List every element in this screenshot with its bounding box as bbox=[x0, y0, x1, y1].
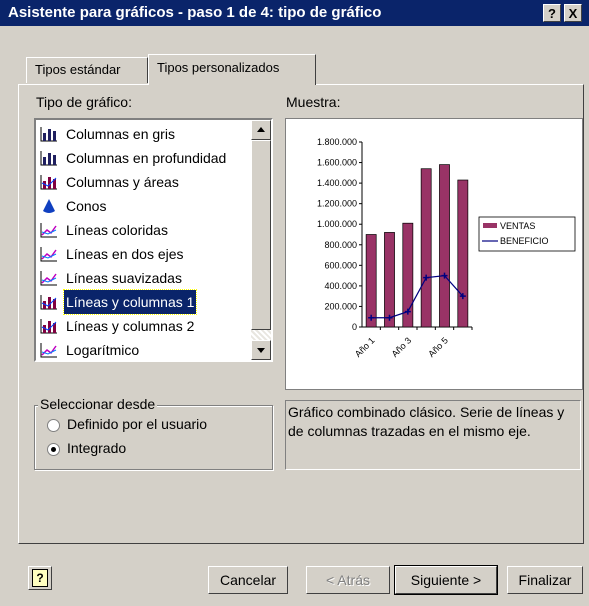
chart-type-label-text: Columnas en gris bbox=[66, 126, 175, 142]
x-tick-label: Año 1 bbox=[353, 335, 377, 359]
colored-lines-icon bbox=[40, 222, 58, 238]
chart-svg: 0 200.000 400.000 600.000 800.000 1.000.000 1.… bbox=[317, 137, 576, 359]
chart-type-label-text: Líneas y columnas 2 bbox=[66, 318, 195, 334]
chart-type-label: Tipo de gráfico: bbox=[36, 94, 132, 110]
y-tick-label: 200.000 bbox=[324, 301, 357, 311]
legend-label-beneficio: BENEFICIO bbox=[500, 236, 549, 246]
scroll-thumb[interactable] bbox=[251, 140, 271, 330]
y-tick-label: 1.800.000 bbox=[317, 137, 357, 147]
y-tick-label: 1.400.000 bbox=[317, 178, 357, 188]
bar bbox=[365, 234, 377, 328]
chart-type-item[interactable]: Líneas y columnas 1 bbox=[38, 289, 250, 315]
description-text: Gráfico combinado clásico. Serie de líne… bbox=[285, 400, 581, 470]
scroll-up-button[interactable] bbox=[251, 120, 271, 140]
preview-label: Muestra: bbox=[286, 94, 341, 110]
scroll-down-button[interactable] bbox=[251, 340, 271, 360]
arrow-up-icon bbox=[257, 127, 265, 132]
x-tick-label: Año 3 bbox=[390, 335, 414, 359]
arrow-down-icon bbox=[257, 348, 265, 353]
logarithmic-icon bbox=[40, 342, 58, 358]
help-button[interactable]: ? bbox=[28, 566, 52, 590]
select-from-label: Seleccionar desde bbox=[38, 396, 158, 412]
radio-button[interactable] bbox=[47, 419, 60, 432]
y-tick-label: 600.000 bbox=[324, 260, 357, 270]
select-from-group bbox=[34, 405, 273, 470]
y-tick-label: 1.600.000 bbox=[317, 158, 357, 168]
help-icon: ? bbox=[32, 569, 48, 587]
bar bbox=[457, 179, 469, 328]
dual-axis-lines-icon bbox=[40, 246, 58, 262]
x-tick-label: Año 5 bbox=[426, 335, 450, 359]
back-button[interactable]: < Atrás bbox=[306, 566, 390, 594]
radio-button[interactable] bbox=[47, 443, 60, 456]
chart-type-label-text: Líneas y columnas 1 bbox=[62, 289, 198, 315]
y-tick-label: 0 bbox=[352, 322, 357, 332]
column-area-icon bbox=[40, 175, 57, 190]
chart-type-label-text: Líneas en dos ejes bbox=[66, 246, 184, 262]
smooth-lines-icon bbox=[40, 270, 58, 286]
list-scrollbar[interactable] bbox=[251, 120, 271, 360]
chart-type-label-text: Logarítmico bbox=[66, 342, 140, 358]
radio-builtin-label: Integrado bbox=[67, 440, 127, 456]
chart-preview: 0 200.000 400.000 600.000 800.000 1.000.000 1.… bbox=[285, 118, 583, 390]
chart-type-item[interactable]: Líneas y columnas 2 bbox=[38, 314, 250, 338]
legend-swatch-ventas bbox=[483, 223, 497, 228]
3d-columns-icon bbox=[40, 151, 57, 166]
legend-label-ventas: VENTAS bbox=[500, 221, 535, 231]
chart-type-listbox[interactable]: Columnas en gris Columnas en profundidad C… bbox=[34, 118, 273, 362]
chart-type-item[interactable]: Columnas y áreas bbox=[38, 170, 250, 194]
chart-type-item[interactable]: Líneas en dos ejes bbox=[38, 242, 250, 266]
chart-type-item[interactable]: Columnas en profundidad bbox=[38, 146, 250, 170]
close-button[interactable]: X bbox=[564, 4, 582, 22]
radio-user-defined-label: Definido por el usuario bbox=[67, 416, 208, 432]
window-title: Asistente para gráficos - paso 1 de 4: t… bbox=[8, 4, 382, 21]
chart-type-item[interactable]: Conos bbox=[38, 194, 250, 218]
chart-type-label-text: Conos bbox=[66, 198, 107, 214]
title-bar: Asistente para gráficos - paso 1 de 4: t… bbox=[0, 0, 589, 26]
chart-type-item[interactable]: Logarítmico bbox=[38, 338, 250, 360]
finish-button[interactable]: Finalizar bbox=[507, 566, 583, 594]
chart-type-label-text: Líneas coloridas bbox=[66, 222, 168, 238]
help-title-button[interactable]: ? bbox=[543, 4, 561, 22]
bar bbox=[439, 164, 450, 328]
gray-columns-icon bbox=[40, 127, 57, 142]
y-tick-label: 1.200.000 bbox=[317, 199, 357, 209]
tab-standard-types[interactable]: Tipos estándar bbox=[26, 57, 148, 83]
chart-type-item[interactable]: Columnas en gris bbox=[38, 122, 250, 146]
chart-type-item[interactable]: Líneas suavizadas bbox=[38, 266, 250, 290]
chart-type-label-text: Columnas y áreas bbox=[66, 174, 179, 190]
chart-type-item[interactable]: Líneas coloridas bbox=[38, 218, 250, 242]
y-tick-label: 800.000 bbox=[324, 240, 357, 250]
cone-icon bbox=[43, 199, 55, 213]
chart-type-label-text: Líneas suavizadas bbox=[66, 270, 182, 286]
bar bbox=[420, 168, 432, 328]
y-tick-label: 400.000 bbox=[324, 281, 357, 291]
chart-type-label-text: Columnas en profundidad bbox=[66, 150, 227, 166]
tab-custom-types[interactable]: Tipos personalizados bbox=[148, 54, 316, 85]
cancel-button[interactable]: Cancelar bbox=[208, 566, 288, 594]
bar bbox=[384, 232, 395, 328]
next-button[interactable]: Siguiente > bbox=[394, 565, 498, 595]
line-column-icon bbox=[40, 319, 57, 334]
line-column-icon bbox=[40, 295, 57, 310]
y-tick-label: 1.000.000 bbox=[317, 219, 357, 229]
